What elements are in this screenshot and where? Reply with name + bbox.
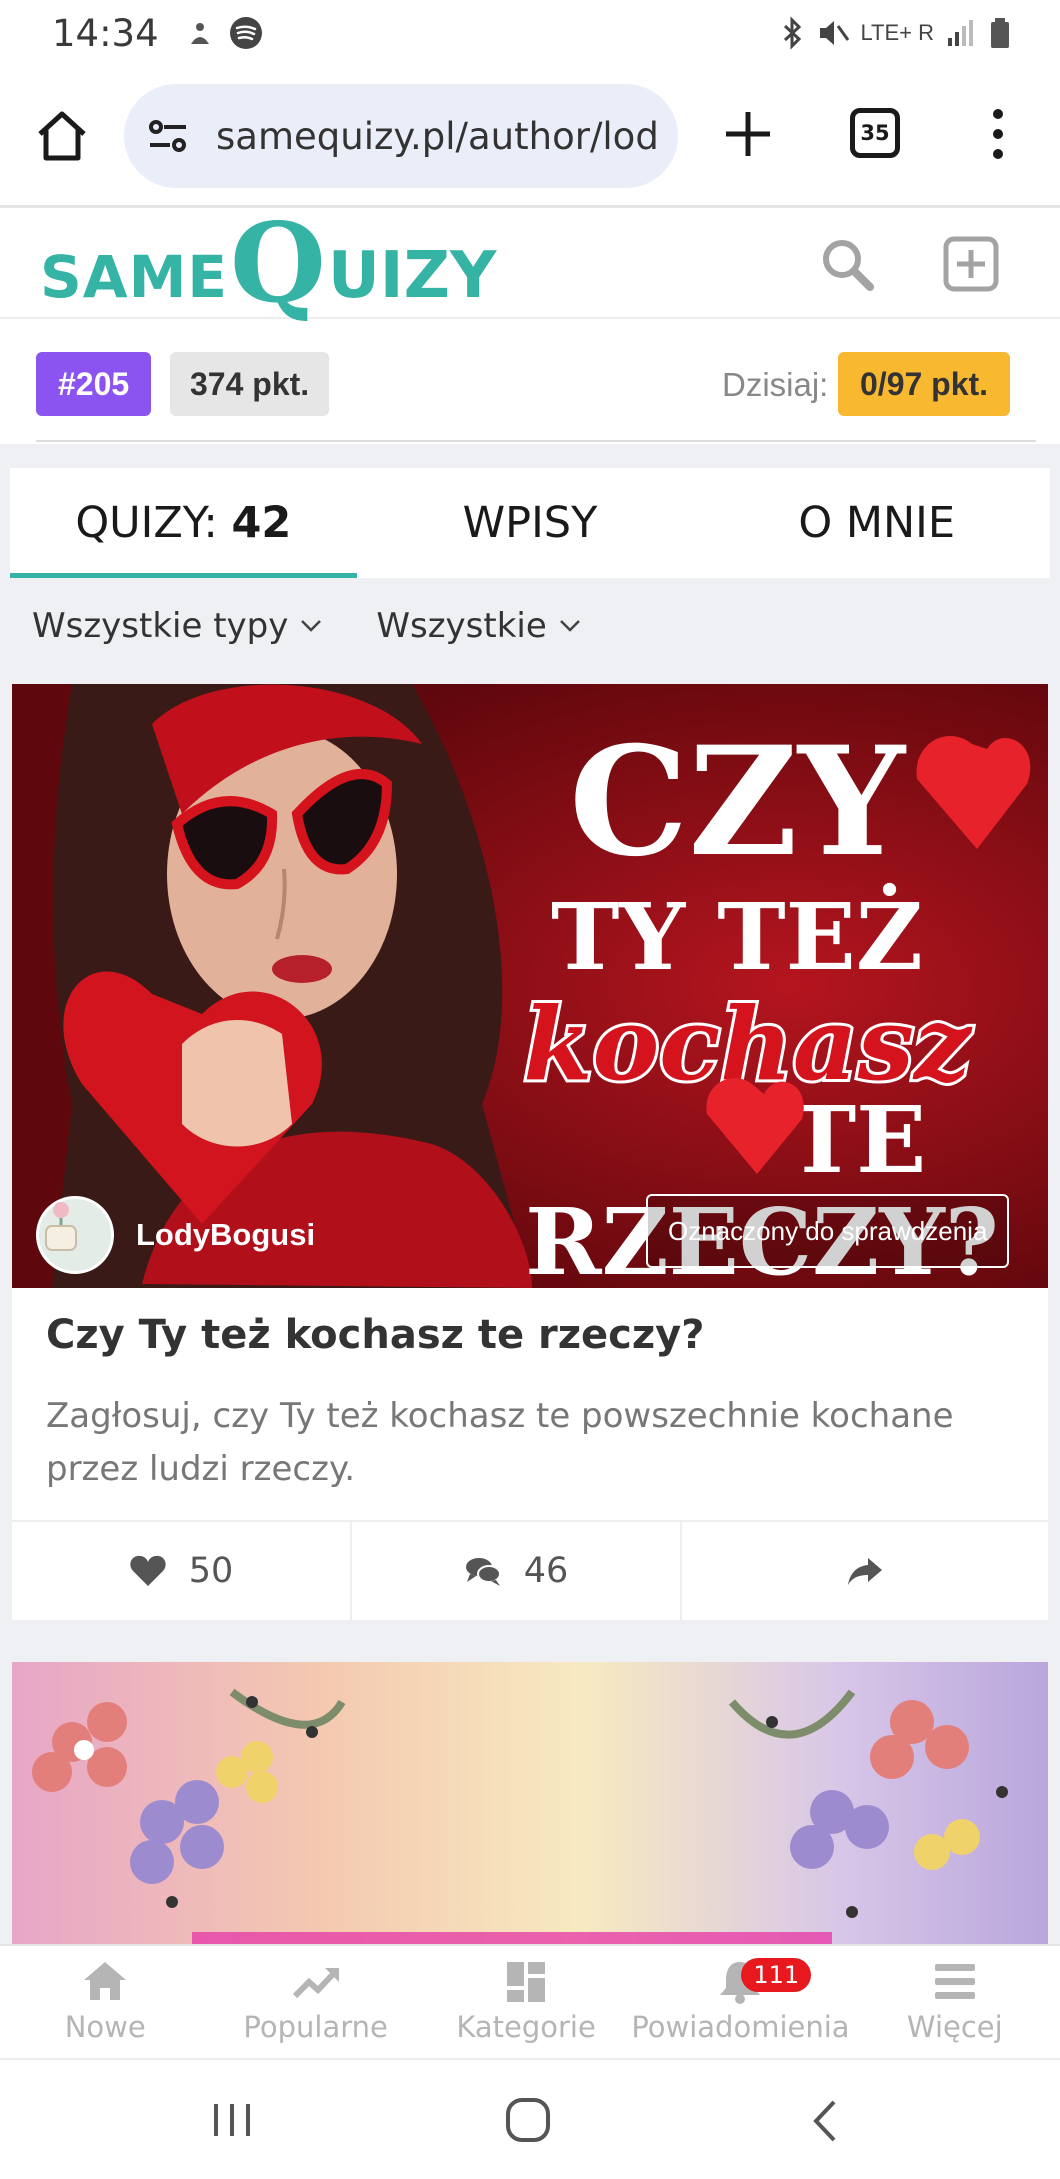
heart-icon	[130, 1555, 166, 1586]
quiz-card-2-thumbnail[interactable]	[12, 1662, 1048, 1944]
profile-tabs: QUIZY: 42 WPISY O MNIE	[10, 468, 1050, 578]
points-badge[interactable]: 374 pkt.	[170, 352, 330, 416]
add-quiz-icon[interactable]	[942, 235, 1000, 293]
quiz-title[interactable]: Czy Ty też kochasz te rzeczy?	[46, 1312, 704, 1358]
quiz-actions: 50 46	[12, 1520, 1048, 1620]
grid-icon	[507, 1962, 546, 2002]
chevron-down-icon	[559, 620, 580, 632]
status-bar: 14:34 LTE+ R	[0, 0, 1060, 66]
share-icon	[848, 1558, 882, 1585]
url-text[interactable]: samequizy.pl/author/lod	[216, 115, 659, 158]
browser-toolbar: samequizy.pl/author/lod 35	[0, 66, 1060, 208]
address-bar[interactable]: samequizy.pl/author/lod	[124, 84, 678, 188]
menu-icon	[934, 1964, 975, 1999]
search-icon[interactable]	[818, 235, 876, 293]
author-name[interactable]: LodyBogusi	[136, 1217, 315, 1253]
nav-more[interactable]: Więcej	[850, 1946, 1060, 2056]
avatar[interactable]	[36, 1196, 114, 1274]
nav-notifications[interactable]: Powiadomienia 111	[631, 1946, 850, 2056]
tab-about[interactable]: O MNIE	[703, 468, 1050, 578]
spotify-icon	[229, 17, 262, 49]
share-button[interactable]	[682, 1522, 1048, 1620]
quiz-description: Zagłosuj, czy Ty też kochasz te powszech…	[46, 1396, 954, 1489]
trending-icon	[292, 1968, 339, 1999]
scope-filter-dropdown[interactable]: Wszystkie	[376, 606, 580, 646]
type-filter-dropdown[interactable]: Wszystkie typy	[32, 606, 322, 646]
comments-button[interactable]: 46	[352, 1522, 682, 1620]
system-navigation	[0, 2058, 1060, 2179]
back-icon[interactable]	[808, 2098, 840, 2144]
quiz-card[interactable]: CZY TY TEŻ kochasz TE RZECZY? LodyBogusi…	[12, 684, 1048, 1620]
new-tab-icon[interactable]	[720, 106, 776, 162]
status-time: 14:34	[52, 11, 159, 55]
recent-apps-icon[interactable]	[210, 2098, 254, 2142]
notifications-badge: 111	[741, 1958, 812, 1992]
like-button[interactable]: 50	[12, 1522, 352, 1620]
site-header: SAME Q UIZY	[0, 208, 1060, 319]
nav-new[interactable]: Nowe	[0, 1946, 210, 2056]
today-points-badge[interactable]: 0/97 pkt.	[838, 352, 1011, 416]
quiz-thumbnail[interactable]: CZY TY TEŻ kochasz TE RZECZY? LodyBogusi…	[12, 684, 1048, 1288]
mute-icon	[820, 21, 850, 45]
home-icon[interactable]	[30, 104, 94, 168]
comment-count: 46	[523, 1551, 569, 1591]
today-label: Dzisiaj:	[722, 366, 829, 403]
signal-icon	[948, 20, 973, 46]
chevron-down-icon	[301, 620, 322, 632]
notification-icon	[190, 23, 209, 44]
flagged-badge: Oznaczony do sprawdzenia	[646, 1194, 1010, 1268]
system-home-icon[interactable]	[504, 2096, 552, 2144]
tab-switcher-button[interactable]: 35	[850, 108, 900, 158]
rank-badge[interactable]: #205	[36, 352, 152, 416]
author-info[interactable]: LodyBogusi	[36, 1196, 315, 1274]
comments-icon	[465, 1558, 501, 1586]
nav-categories[interactable]: Kategorie	[421, 1946, 631, 2056]
home-icon	[84, 1962, 127, 2000]
hero-text-czy: CZY	[569, 714, 907, 890]
hero-text-te: TE	[788, 1086, 927, 1194]
network-type: LTE+ R	[860, 20, 934, 45]
battery-icon	[991, 18, 1009, 48]
more-options-icon[interactable]	[980, 106, 1016, 162]
samequizy-logo[interactable]: SAME Q UIZY	[40, 208, 496, 318]
bluetooth-icon	[784, 16, 802, 50]
nav-popular[interactable]: Popularne	[210, 1946, 420, 2056]
site-settings-icon[interactable]	[146, 114, 190, 158]
tab-quizzes[interactable]: QUIZY: 42	[10, 468, 357, 578]
hero-text-ty-tez: TY TEŻ	[551, 882, 923, 991]
flowers-art	[32, 1688, 1008, 1944]
bottom-navigation: Nowe Popularne Kategorie Powiadomienia 1…	[0, 1944, 1060, 2056]
tab-posts[interactable]: WPISY	[357, 468, 704, 578]
filters: Wszystkie typy Wszystkie	[32, 606, 581, 646]
avatar-image-icon	[45, 1202, 77, 1251]
like-count: 50	[188, 1551, 234, 1591]
user-points-bar: #205 374 pkt. Dzisiaj: 0/97 pkt.	[10, 320, 1050, 442]
